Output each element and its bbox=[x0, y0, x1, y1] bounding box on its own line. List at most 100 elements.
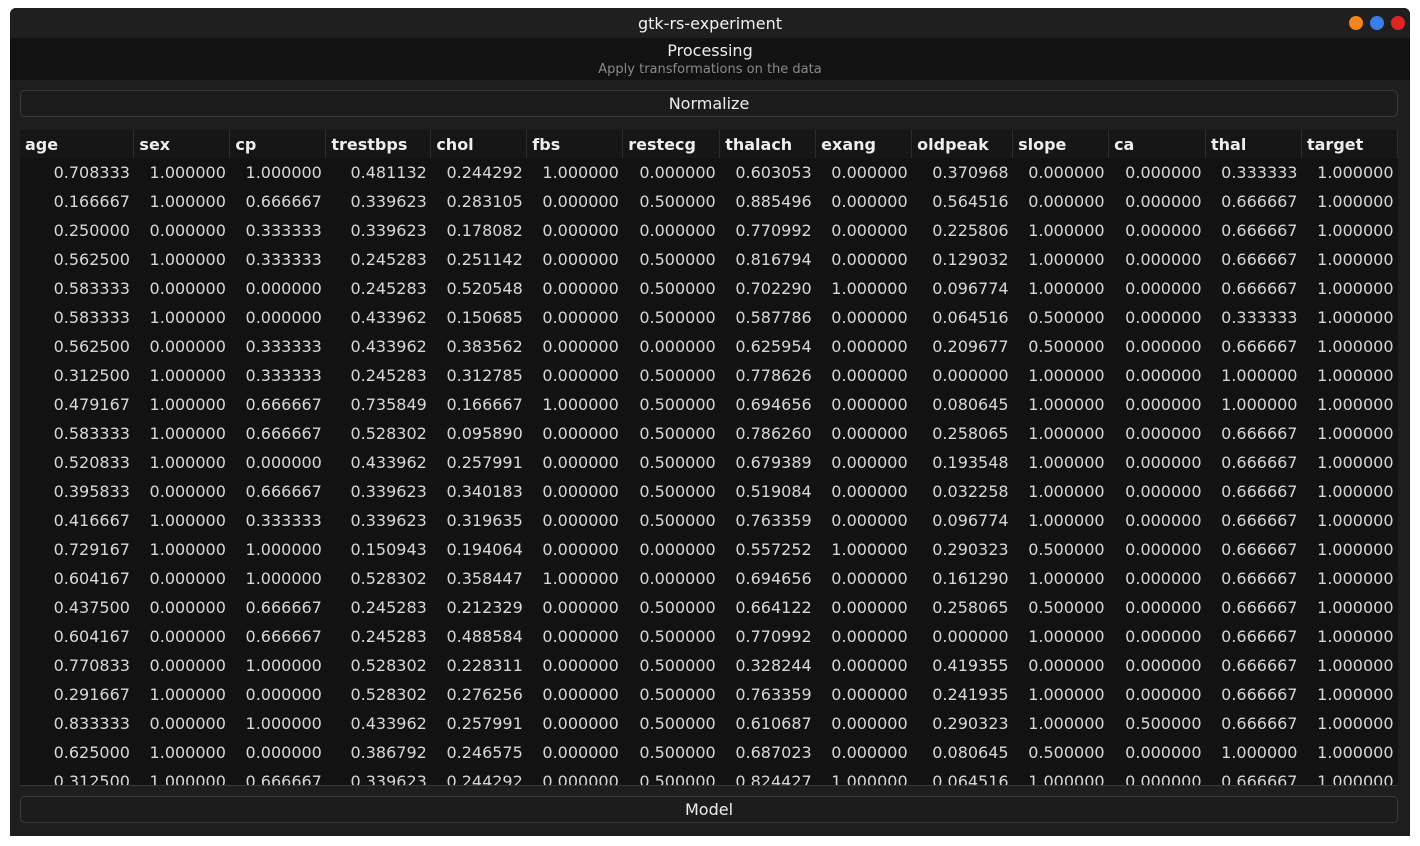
table-cell: 1.000000 bbox=[1028, 395, 1105, 414]
table-cell: 0.500000 bbox=[639, 511, 716, 530]
column-header-restecg[interactable]: restecg bbox=[622, 130, 721, 158]
table-cell: 1.000000 bbox=[1028, 279, 1105, 298]
table-cell: 0.000000 bbox=[1125, 540, 1202, 559]
table-row[interactable]: 0.833333 0.000000 1.000000 0.433962 0.257991… bbox=[20, 709, 1398, 738]
table-row[interactable]: 0.562500 0.000000 0.333333 0.433962 0.383562… bbox=[20, 332, 1398, 361]
table-cell: 0.824427 bbox=[735, 772, 812, 786]
table-cell: 0.528302 bbox=[350, 685, 427, 704]
table-row[interactable]: 0.583333 1.000000 0.000000 0.433962 0.150685… bbox=[20, 303, 1398, 332]
table-cell: 0.319635 bbox=[446, 511, 523, 530]
column-header-slope[interactable]: slope bbox=[1012, 130, 1110, 158]
table-cell: 1.000000 bbox=[149, 424, 226, 443]
column-header-chol[interactable]: chol bbox=[430, 130, 528, 158]
table-cell: 1.000000 bbox=[1317, 685, 1394, 704]
table-cell: 1.000000 bbox=[1028, 482, 1105, 501]
column-header-fbs[interactable]: fbs bbox=[526, 130, 624, 158]
table-cell: 0.816794 bbox=[735, 250, 812, 269]
table-cell: 0.358447 bbox=[446, 569, 523, 588]
table-cell: 0.328244 bbox=[735, 656, 812, 675]
table-row[interactable]: 0.437500 0.000000 0.666667 0.245283 0.212329… bbox=[20, 593, 1398, 622]
data-table: age sex cp trestbps chol fbs restecg thalach exa… bbox=[20, 130, 1398, 786]
table-cell: 0.333333 bbox=[245, 250, 322, 269]
table-cell: 1.000000 bbox=[149, 366, 226, 385]
table-cell: 0.500000 bbox=[639, 424, 716, 443]
window-title: gtk-rs-experiment bbox=[637, 13, 783, 33]
app-window: gtk-rs-experiment Processing Apply trans… bbox=[10, 8, 1410, 836]
table-cell: 0.000000 bbox=[1125, 192, 1202, 211]
table-cell: 0.000000 bbox=[831, 192, 908, 211]
column-header-ca[interactable]: ca bbox=[1108, 130, 1207, 158]
table-cell: 0.000000 bbox=[1028, 163, 1105, 182]
table-row[interactable]: 0.416667 1.000000 0.333333 0.339623 0.319635… bbox=[20, 506, 1398, 535]
table-cell: 0.000000 bbox=[1125, 337, 1202, 356]
table-cell: 0.283105 bbox=[446, 192, 523, 211]
table-cell: 0.080645 bbox=[932, 395, 1009, 414]
column-header-thal[interactable]: thal bbox=[1205, 130, 1302, 158]
table-cell: 0.666667 bbox=[1221, 598, 1298, 617]
table-cell: 0.666667 bbox=[1221, 540, 1298, 559]
table-cell: 0.500000 bbox=[639, 366, 716, 385]
table-cell: 0.604167 bbox=[53, 569, 130, 588]
table-row[interactable]: 0.291667 1.000000 0.000000 0.528302 0.276256… bbox=[20, 680, 1398, 709]
table-cell: 0.258065 bbox=[932, 598, 1009, 617]
table-cell: 0.161290 bbox=[932, 569, 1009, 588]
table-cell: 0.000000 bbox=[542, 221, 619, 240]
table-row[interactable]: 0.479167 1.000000 0.666667 0.735849 0.166667… bbox=[20, 390, 1398, 419]
table-cell: 0.000000 bbox=[831, 453, 908, 472]
table-cell: 0.000000 bbox=[1125, 221, 1202, 240]
table-cell: 0.666667 bbox=[1221, 656, 1298, 675]
title-bar[interactable]: gtk-rs-experiment bbox=[10, 8, 1410, 38]
maximize-button[interactable] bbox=[1370, 16, 1384, 30]
model-button[interactable]: Model bbox=[20, 796, 1398, 823]
table-cell: 0.885496 bbox=[735, 192, 812, 211]
table-cell: 0.479167 bbox=[53, 395, 130, 414]
column-header-oldpeak[interactable]: oldpeak bbox=[911, 130, 1014, 158]
table-row[interactable]: 0.770833 0.000000 1.000000 0.528302 0.228311… bbox=[20, 651, 1398, 680]
table-cell: 0.488584 bbox=[446, 627, 523, 646]
close-button[interactable] bbox=[1391, 16, 1405, 30]
column-header-sex[interactable]: sex bbox=[133, 130, 231, 158]
column-header-exang[interactable]: exang bbox=[815, 130, 913, 158]
column-header-thalach[interactable]: thalach bbox=[719, 130, 817, 158]
table-cell: 1.000000 bbox=[1221, 743, 1298, 762]
table-row[interactable]: 0.312500 1.000000 0.333333 0.245283 0.312785… bbox=[20, 361, 1398, 390]
table-cell: 0.000000 bbox=[149, 569, 226, 588]
table-row[interactable]: 0.520833 1.000000 0.000000 0.433962 0.257991… bbox=[20, 448, 1398, 477]
table-row[interactable]: 0.604167 0.000000 0.666667 0.245283 0.488584… bbox=[20, 622, 1398, 651]
table-cell: 0.000000 bbox=[831, 627, 908, 646]
table-row[interactable]: 0.166667 1.000000 0.666667 0.339623 0.283105… bbox=[20, 187, 1398, 216]
table-cell: 0.000000 bbox=[1125, 656, 1202, 675]
table-row[interactable]: 0.562500 1.000000 0.333333 0.245283 0.251142… bbox=[20, 245, 1398, 274]
table-row[interactable]: 0.312500 1.000000 0.666667 0.339623 0.244292… bbox=[20, 767, 1398, 786]
column-header-target[interactable]: target bbox=[1301, 130, 1398, 158]
column-header-cp[interactable]: cp bbox=[229, 130, 327, 158]
column-header-trestbps[interactable]: trestbps bbox=[325, 130, 432, 158]
table-row[interactable]: 0.625000 1.000000 0.000000 0.386792 0.246575… bbox=[20, 738, 1398, 767]
table-row[interactable]: 0.395833 0.000000 0.666667 0.339623 0.340183… bbox=[20, 477, 1398, 506]
table-row[interactable]: 0.708333 1.000000 1.000000 0.481132 0.244292… bbox=[20, 158, 1398, 187]
table-row[interactable]: 0.250000 0.000000 0.333333 0.339623 0.178082… bbox=[20, 216, 1398, 245]
column-header-age[interactable]: age bbox=[20, 130, 135, 158]
table-row[interactable]: 0.583333 0.000000 0.000000 0.245283 0.520548… bbox=[20, 274, 1398, 303]
table-cell: 0.666667 bbox=[1221, 221, 1298, 240]
table-cell: 0.500000 bbox=[1028, 540, 1105, 559]
data-table-view[interactable]: age sex cp trestbps chol fbs restecg thalach exa… bbox=[20, 130, 1398, 786]
table-cell: 0.000000 bbox=[1125, 598, 1202, 617]
page-title: Processing bbox=[667, 41, 753, 60]
minimize-button[interactable] bbox=[1349, 16, 1363, 30]
table-cell: 0.245283 bbox=[350, 627, 427, 646]
table-row[interactable]: 0.729167 1.000000 1.000000 0.150943 0.194064… bbox=[20, 535, 1398, 564]
normalize-button[interactable]: Normalize bbox=[20, 90, 1398, 117]
table-cell: 0.000000 bbox=[831, 482, 908, 501]
table-cell: 1.000000 bbox=[1028, 453, 1105, 472]
table-cell: 0.250000 bbox=[53, 221, 130, 240]
table-cell: 0.000000 bbox=[831, 743, 908, 762]
table-cell: 0.395833 bbox=[53, 482, 130, 501]
table-cell: 0.583333 bbox=[53, 279, 130, 298]
table-row[interactable]: 0.583333 1.000000 0.666667 0.528302 0.095890… bbox=[20, 419, 1398, 448]
table-cell: 0.000000 bbox=[542, 685, 619, 704]
table-cell: 0.666667 bbox=[1221, 279, 1298, 298]
table-row[interactable]: 0.604167 0.000000 1.000000 0.528302 0.358447… bbox=[20, 564, 1398, 593]
table-cell: 0.000000 bbox=[831, 221, 908, 240]
table-cell: 0.080645 bbox=[932, 743, 1009, 762]
